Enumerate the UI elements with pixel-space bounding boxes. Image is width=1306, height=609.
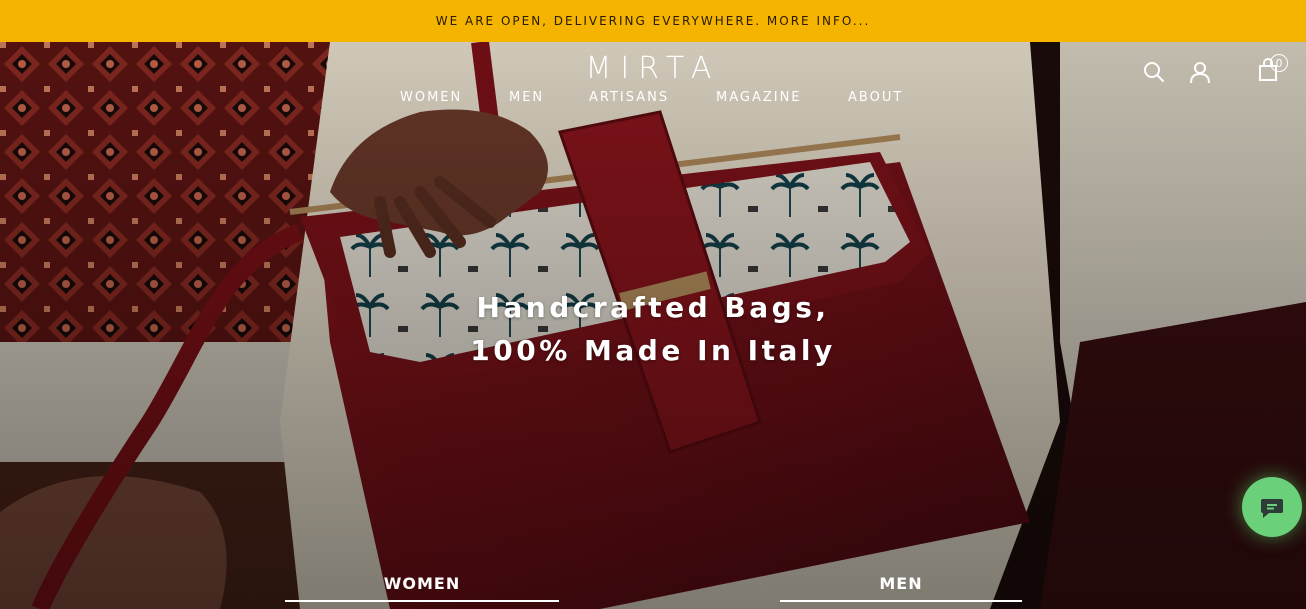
site-logo[interactable]: MIRTA: [0, 50, 1306, 88]
nav-item-women[interactable]: WOMEN: [400, 90, 462, 105]
announcement-bar[interactable]: WE ARE OPEN, DELIVERING EVERYWHERE. MORE…: [0, 0, 1306, 42]
nav-item-men[interactable]: MEN: [509, 90, 544, 105]
nav-item-about[interactable]: ABOUT: [848, 90, 903, 105]
user-icon[interactable]: [1188, 60, 1212, 84]
announcement-text[interactable]: WE ARE OPEN, DELIVERING EVERYWHERE. MORE…: [436, 14, 871, 28]
nav-item-artisans[interactable]: ARTISANS: [589, 90, 669, 105]
hero-headline-line1: Handcrafted Bags,: [476, 291, 830, 324]
hero-headline: Handcrafted Bags, 100% Made In Italy: [0, 286, 1306, 372]
category-link-men[interactable]: MEN: [780, 574, 1022, 602]
main-nav: WOMEN MEN ARTISANS MAGAZINE ABOUT: [0, 90, 1306, 110]
search-icon[interactable]: [1142, 60, 1166, 84]
hero-headline-line2: 100% Made In Italy: [470, 334, 836, 367]
chat-button[interactable]: [1242, 477, 1302, 537]
cart-count-badge[interactable]: 0: [1270, 54, 1288, 72]
nav-item-magazine[interactable]: MAGAZINE: [716, 90, 802, 105]
chat-bubble-icon: [1261, 499, 1283, 518]
category-link-women[interactable]: WOMEN: [285, 574, 559, 602]
